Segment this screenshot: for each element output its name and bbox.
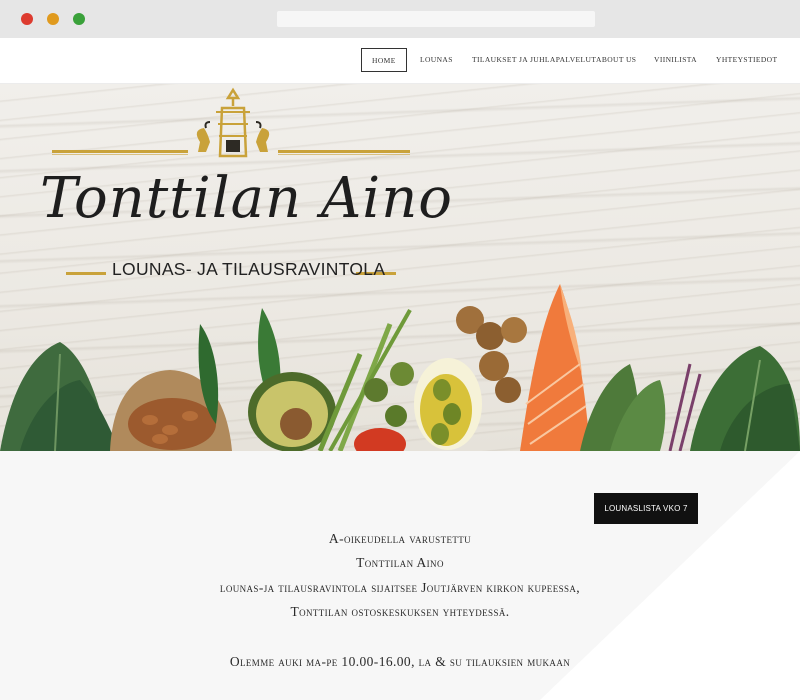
- nav-item-tilaukset[interactable]: TILAUKSET JA JUHLAPALVELUT: [472, 48, 596, 72]
- lunch-menu-button[interactable]: LOUNASLISTA VKO 7: [594, 493, 698, 524]
- nav-item-lounas[interactable]: LOUNAS: [420, 48, 453, 72]
- opening-hours: Olemme auki ma-pe 10.00-16.00, la & su t…: [229, 654, 571, 669]
- nav-item-about-us[interactable]: ABOUT US: [596, 48, 636, 72]
- food-illustration: [0, 284, 800, 451]
- browser-chrome: [0, 0, 800, 38]
- close-window-icon[interactable]: [21, 13, 33, 25]
- address-bar[interactable]: [277, 11, 595, 27]
- ornament-icon: [52, 87, 410, 158]
- nav-item-viinilista[interactable]: VIINILISTA: [654, 48, 697, 72]
- intro-line: Tonttilan Aino: [356, 555, 444, 570]
- maximize-window-icon[interactable]: [73, 13, 85, 25]
- logo-subtitle: LOUNAS- JA TILAUSRAVINTOLA: [112, 259, 386, 279]
- nav-item-home[interactable]: HOME: [361, 48, 407, 72]
- intro-line: lounas-ja tilausravintola sijaitsee Jout…: [219, 580, 581, 595]
- main-navigation: HOME LOUNAS TILAUKSET JA JUHLAPALVELUT A…: [0, 38, 800, 84]
- intro-line: A-oikeudella varustettu: [328, 531, 472, 546]
- intro-section: LOUNASLISTA VKO 7 A-oikeudella varustett…: [0, 451, 800, 700]
- intro-line: Tonttilan ostoskeskuksen yhteydessä.: [290, 604, 510, 619]
- logo-script-title: Tonttilan Aino: [40, 166, 453, 231]
- nav-item-yhteystiedot[interactable]: YHTEYSTIEDOT: [716, 48, 777, 72]
- hero-banner: Tonttilan Aino LOUNAS- JA TILAUSRAVINTOL…: [0, 84, 800, 451]
- minimize-window-icon[interactable]: [47, 13, 59, 25]
